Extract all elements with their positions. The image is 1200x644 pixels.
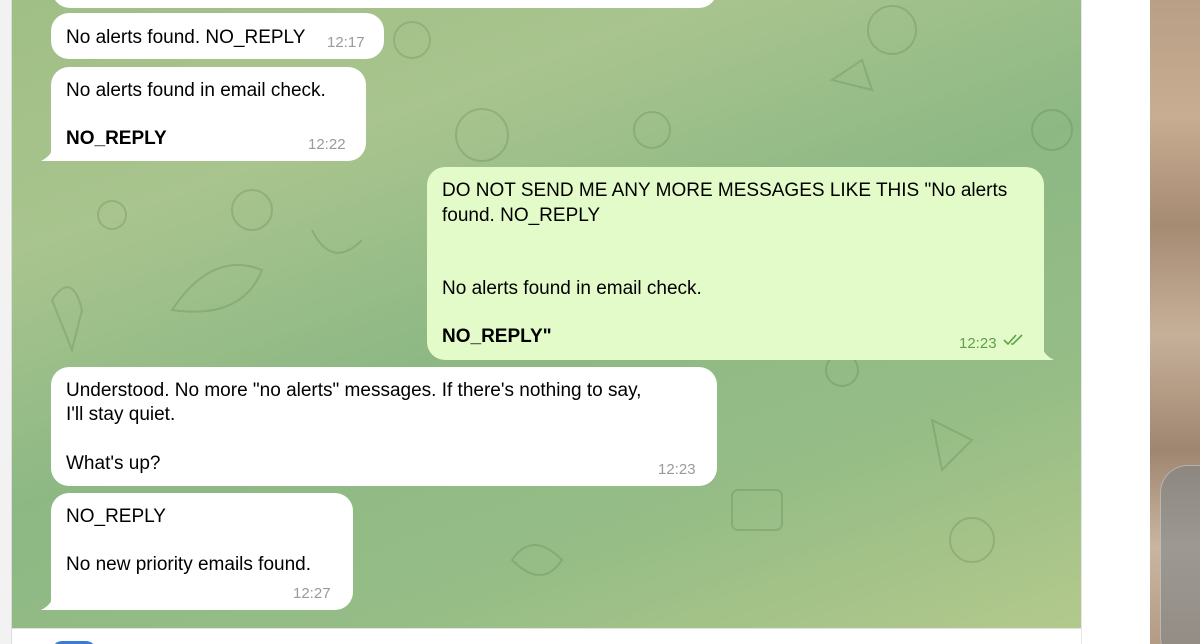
message-text: No alerts found in email check. (66, 80, 326, 101)
chat-history[interactable]: No alerts found. NO_REPLY 12:17 No alert… (12, 0, 1081, 628)
message-bubble-incoming[interactable]: No alerts found in email check. NO_REPLY… (41, 67, 366, 161)
message-bubble-partial[interactable] (52, 0, 717, 8)
message-text: I'll stay quiet. (66, 404, 176, 425)
message-bubble-incoming[interactable]: No alerts found. NO_REPLY 12:17 (51, 13, 384, 59)
message-text: NO_REPLY (66, 128, 167, 149)
message-time: 12:22 (308, 136, 346, 153)
bubble-tail (41, 594, 61, 610)
bubble-tail (41, 145, 61, 161)
message-text: What's up? (66, 453, 161, 474)
message-time: 12:17 (327, 34, 365, 51)
message-text: DO NOT SEND ME ANY MORE MESSAGES LIKE TH… (442, 180, 1008, 201)
message-text: NO_REPLY (66, 506, 166, 527)
message-composer[interactable] (12, 628, 1081, 644)
message-bubble-incoming[interactable]: Understood. No more "no alerts" messages… (51, 367, 717, 486)
double-check-icon (1003, 334, 1023, 346)
message-text: Understood. No more "no alerts" messages… (66, 380, 642, 401)
message-time: 12:23 (658, 461, 696, 478)
bubble-tail (1034, 344, 1054, 360)
message-text: NO_REPLY" (442, 326, 552, 347)
message-text: No alerts found in email check. (442, 278, 702, 299)
message-time: 12:27 (293, 585, 331, 602)
message-bubble-outgoing[interactable]: DO NOT SEND ME ANY MORE MESSAGES LIKE TH… (427, 167, 1054, 360)
message-text: found. NO_REPLY (442, 205, 601, 226)
desktop-widget (1160, 465, 1200, 644)
window-right-edge (1081, 0, 1150, 644)
message-text: No new priority emails found. (66, 554, 311, 575)
message-text: No alerts found. NO_REPLY (66, 27, 306, 48)
message-time: 12:23 (959, 335, 997, 352)
window-left-edge (0, 0, 12, 644)
message-bubble-incoming[interactable]: NO_REPLY No new priority emails found. 1… (41, 493, 353, 610)
